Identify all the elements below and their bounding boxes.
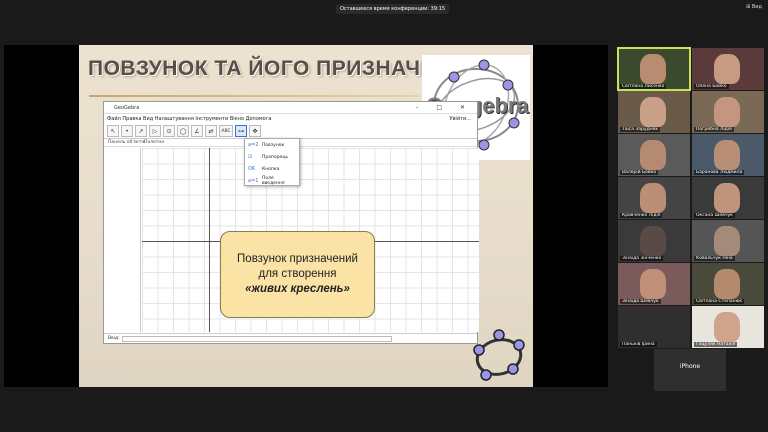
participant-name: Зінаїда Зінченко <box>620 256 664 261</box>
window-title: GeoGebra <box>114 105 140 111</box>
participant-video <box>640 226 666 256</box>
window-controls[interactable]: – □ ✕ <box>415 104 473 111</box>
move-graphics-tool[interactable]: ✥ <box>249 125 261 137</box>
participant-name: Оксана Шевчук <box>694 213 735 218</box>
dropdown-item-slider[interactable]: a=2 Повзунок <box>245 139 299 151</box>
graphics-panel-label: Полотно <box>144 140 165 145</box>
slider-description-callout: Повзунок призначений для створення «живи… <box>220 231 375 318</box>
sign-in-link[interactable]: Увійти... <box>449 116 471 122</box>
participant-name: Паньків Ірина <box>620 342 657 347</box>
participant-video <box>714 312 740 342</box>
view-button[interactable]: ⊞ Вид <box>746 4 762 10</box>
participant-video <box>714 97 740 127</box>
dropdown-label: Поле введення <box>262 176 285 186</box>
y-axis <box>209 148 210 332</box>
text-tool[interactable]: ABC <box>219 125 233 137</box>
callout-line-3: «живих креслень» <box>245 283 350 295</box>
callout-line-1: Повзунок призначений <box>237 253 358 265</box>
input-box-icon: a=1 <box>248 178 259 184</box>
circle-tool[interactable]: ◯ <box>177 125 189 137</box>
checkbox-icon: ☑ <box>248 154 253 160</box>
participant-name-center: iPhone <box>679 363 701 370</box>
geogebra-toolbar: ↖ • ↗ ▷ ⊙ ◯ ∠ ⇄ ABC ⊶ ✥ <box>104 124 477 139</box>
participant-tile[interactable]: Кравченко Лідія <box>618 177 690 219</box>
participant-video <box>714 226 740 256</box>
participant-tile[interactable]: Валерій Бойко <box>618 134 690 176</box>
participant-name: Світлана Лисенко <box>620 84 667 89</box>
participant-tile[interactable]: Погребна Лідія <box>692 91 764 133</box>
participant-video <box>714 183 740 213</box>
participant-name: Олена Бойко <box>694 84 729 89</box>
perpendicular-tool[interactable]: ▷ <box>149 125 161 137</box>
participant-video <box>640 269 666 299</box>
participant-tile[interactable]: Гоцуляк Наталія <box>692 306 764 348</box>
participant-name: Валерій Бойко <box>620 170 659 175</box>
participant-video <box>714 140 740 170</box>
participant-name: Баранова Людмила <box>694 170 745 175</box>
participant-tile[interactable]: Олена Бойко <box>692 48 764 90</box>
algebra-view[interactable] <box>104 148 141 332</box>
participant-video <box>640 97 666 127</box>
angle-tool[interactable]: ∠ <box>191 125 203 137</box>
dropdown-label: Прапорець <box>262 154 289 160</box>
line-tool[interactable]: ↗ <box>135 125 147 137</box>
participant-tile[interactable]: Світлана Степанюк <box>692 263 764 305</box>
participant-tile[interactable]: Світлана Лисенко <box>617 47 691 91</box>
participant-tile[interactable]: Таїса Зарудняк <box>618 91 690 133</box>
reflect-tool[interactable]: ⇄ <box>205 125 217 137</box>
participant-video <box>640 183 666 213</box>
slider-tool-dropdown[interactable]: a=2 Повзунок ☑ Прапорець OK Кнопка a=1 Поле … <box>244 138 300 186</box>
participant-video <box>640 54 666 84</box>
meeting-topbar: Оставшееся время конференции: 39:15 ⊞ Ви… <box>0 0 768 18</box>
input-field[interactable] <box>122 336 392 342</box>
participant-video <box>714 54 740 84</box>
button-icon: OK <box>248 166 256 172</box>
participant-tile[interactable]: Оксана Шевчук <box>692 177 764 219</box>
geogebra-titlebar: GeoGebra – □ ✕ <box>104 102 477 114</box>
participants-gallery: Світлана Лисенко Олена Бойко Таїса Зарудня… <box>612 45 768 432</box>
participant-name: Зінаїда Шевчук <box>620 299 661 304</box>
input-bar[interactable]: Ввід: <box>104 333 477 343</box>
remaining-time-notice: Оставшееся время конференции: 39:15 <box>336 4 450 14</box>
participant-tile[interactable]: iPhone <box>654 349 726 391</box>
polygon-tool[interactable]: ⊙ <box>163 125 175 137</box>
participant-video <box>640 140 666 170</box>
geogebra-menubar[interactable]: Файл Правка Вид Налаштування Інструменти… <box>104 114 477 124</box>
participant-tile[interactable]: Зінаїда Зінченко <box>618 220 690 262</box>
point-tool[interactable]: • <box>121 125 133 137</box>
participant-tile[interactable]: Зінаїда Шевчук <box>618 263 690 305</box>
participant-tile[interactable]: Ковальчук Ніна <box>692 220 764 262</box>
participant-video <box>714 269 740 299</box>
participant-name: Світлана Степанюк <box>694 299 745 304</box>
participant-tile[interactable]: Баранова Людмила <box>692 134 764 176</box>
algebra-panel-label: Панель об'єктів <box>108 140 146 145</box>
participant-name: Погребна Лідія <box>694 127 734 132</box>
participant-name: Таїса Зарудняк <box>620 127 661 132</box>
dropdown-item-button[interactable]: OK Кнопка <box>245 163 299 175</box>
participant-tile[interactable]: Паньків Ірина <box>618 306 690 348</box>
slider-icon: a=2 <box>248 142 259 148</box>
geogebra-ellipse-icon <box>473 329 525 381</box>
presentation-slide: ПОВЗУНОК ТА ЙОГО ПРИЗНАЧЕННЯ Geogebra Ge… <box>79 45 533 387</box>
participant-name: Гоцуляк Наталія <box>694 342 738 347</box>
slider-tool[interactable]: ⊶ <box>235 125 247 137</box>
callout-line-2: для створення <box>258 268 337 280</box>
menu-items[interactable]: Файл Правка Вид Налаштування Інструменти… <box>107 116 271 122</box>
title-divider <box>89 95 419 97</box>
participant-name: Ковальчук Ніна <box>694 256 735 261</box>
participant-name: Кравченко Лідія <box>620 213 663 218</box>
dropdown-item-checkbox[interactable]: ☑ Прапорець <box>245 151 299 163</box>
view-label: Вид <box>751 4 762 10</box>
dropdown-label: Кнопка <box>262 166 280 172</box>
input-label: Ввід: <box>108 336 120 341</box>
dropdown-item-input-box[interactable]: a=1 Поле введення <box>245 175 299 187</box>
dropdown-label: Повзунок <box>262 142 285 148</box>
move-tool[interactable]: ↖ <box>107 125 119 137</box>
